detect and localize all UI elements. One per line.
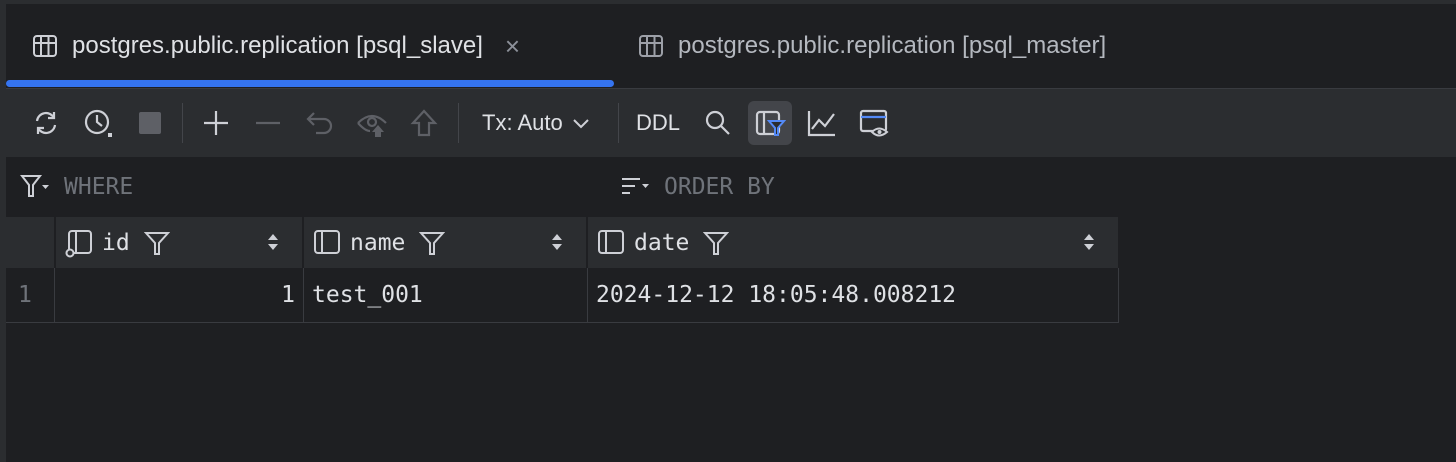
table-icon (33, 35, 57, 57)
table-row[interactable]: 1 1 test_001 2024-12-12 18:05:48.008212 (6, 268, 1119, 323)
revert-button[interactable] (298, 101, 342, 145)
data-editor-toolbar: Tx: Auto DDL (6, 88, 1456, 158)
view-eye-icon (859, 109, 889, 137)
column-filter-icon[interactable] (143, 230, 170, 256)
chevron-down-icon (573, 119, 589, 129)
stop-icon (139, 112, 161, 134)
column-icon (314, 229, 340, 254)
plus-icon (204, 111, 228, 135)
eye-upload-icon (357, 114, 387, 137)
column-name: date (634, 229, 690, 256)
view-options-button[interactable] (852, 101, 896, 145)
chart-button[interactable] (800, 101, 844, 145)
toolbar-separator (618, 103, 619, 143)
tab-label: postgres.public.replication [psql_slave] (72, 32, 483, 59)
sort-icon[interactable] (550, 231, 564, 253)
editor-tab-bar: postgres.public.replication [psql_slave]… (6, 4, 1456, 88)
tab-label: postgres.public.replication [psql_master… (678, 32, 1107, 59)
order-by-label: ORDER BY (664, 174, 775, 200)
history-button[interactable] (76, 101, 120, 145)
search-icon (705, 110, 730, 135)
refresh-button[interactable] (24, 101, 68, 145)
row-number-header (6, 217, 56, 268)
column-name: name (350, 229, 406, 256)
primary-key-column-icon (65, 229, 92, 257)
transaction-mode-dropdown[interactable]: Tx: Auto (482, 101, 591, 145)
cell-date[interactable]: 2024-12-12 18:05:48.008212 (588, 268, 1118, 322)
undo-icon (306, 112, 333, 135)
row-number: 1 (6, 268, 55, 322)
tab-psql-slave[interactable]: postgres.public.replication [psql_slave]… (6, 4, 614, 88)
ddl-button[interactable]: DDL (636, 101, 680, 145)
where-filter[interactable]: WHERE (20, 157, 133, 217)
sort-icon[interactable] (266, 231, 280, 253)
filter-icon (20, 175, 49, 197)
submit-button[interactable] (402, 101, 446, 145)
cell-id[interactable]: 1 (55, 268, 304, 322)
chart-icon (807, 111, 835, 137)
clock-icon (84, 109, 112, 137)
column-header-name[interactable]: name (304, 217, 588, 268)
close-icon[interactable]: × (505, 31, 520, 62)
column-icon (598, 229, 624, 254)
transaction-mode-label: Tx: Auto (482, 110, 563, 135)
arrow-up-icon (410, 109, 438, 137)
sort-icon[interactable] (1082, 231, 1096, 253)
sort-lines-icon (622, 178, 649, 194)
minus-icon (256, 121, 280, 125)
column-filter-icon[interactable] (419, 230, 446, 256)
table-icon (639, 35, 663, 57)
filter-bar: WHERE ORDER BY (6, 157, 1456, 217)
order-by-filter[interactable]: ORDER BY (620, 157, 775, 217)
table-filter-icon (755, 110, 786, 136)
ddl-label: DDL (636, 110, 681, 135)
grid-header-row: id name date (6, 217, 1118, 268)
add-row-button[interactable] (194, 101, 238, 145)
stop-button[interactable] (128, 101, 172, 145)
search-button[interactable] (696, 101, 740, 145)
toolbar-separator (182, 103, 183, 143)
column-header-date[interactable]: date (588, 217, 1118, 268)
preview-changes-button[interactable] (350, 101, 394, 145)
where-label: WHERE (64, 174, 134, 200)
refresh-icon (35, 111, 57, 135)
active-tab-indicator (6, 80, 614, 87)
filter-panel-toggle[interactable] (748, 101, 792, 145)
column-header-id[interactable]: id (56, 217, 304, 268)
cell-name[interactable]: test_001 (304, 268, 588, 322)
toolbar-separator (458, 103, 459, 143)
tab-psql-master[interactable]: postgres.public.replication [psql_master… (624, 4, 1224, 88)
delete-row-button[interactable] (246, 101, 290, 145)
column-name: id (102, 229, 130, 256)
column-filter-icon[interactable] (703, 230, 730, 256)
